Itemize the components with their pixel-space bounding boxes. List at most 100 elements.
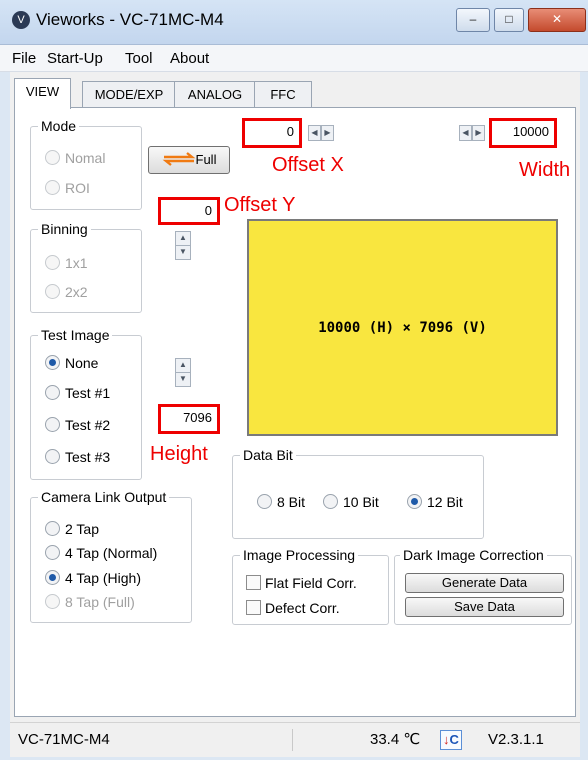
tab-mode-exp[interactable]: MODE/EXP <box>82 81 176 108</box>
offset-y-up-button[interactable]: ▲ <box>175 231 191 246</box>
checkbox-label: Flat Field Corr. <box>265 575 357 591</box>
close-button[interactable]: ✕ <box>528 8 586 32</box>
save-data-button[interactable]: Save Data <box>405 597 564 617</box>
radio-dot <box>45 284 60 299</box>
thermometer-icon: ↓C <box>440 730 462 750</box>
height-up-button[interactable]: ▲ <box>175 358 191 373</box>
width-field[interactable]: 10000 <box>489 118 557 148</box>
width-increase-button[interactable]: ▶ <box>472 125 485 141</box>
full-button-label: Full <box>195 152 217 167</box>
radio-tap-4-normal[interactable]: 4 Tap (Normal) <box>45 545 157 561</box>
radio-dot <box>45 521 60 536</box>
menu-tool[interactable]: Tool <box>125 50 153 67</box>
tab-ffc[interactable]: FFC <box>254 81 312 108</box>
minimize-button[interactable]: – <box>456 8 490 32</box>
radio-label: 4 Tap (Normal) <box>65 545 158 561</box>
offset-x-label: Offset X <box>272 154 344 176</box>
radio-test-1[interactable]: Test #1 <box>45 385 110 401</box>
width-decrease-button[interactable]: ◀ <box>459 125 472 141</box>
temp-icon-letter: C <box>449 732 459 747</box>
offset-x-decrease-button[interactable]: ◀ <box>308 125 321 141</box>
radio-12-bit[interactable]: 12 Bit <box>407 494 463 510</box>
radio-label: ROI <box>65 180 90 196</box>
camera-link-group-title: Camera Link Output <box>38 489 170 505</box>
radio-dot <box>45 545 60 560</box>
radio-dot <box>45 255 60 270</box>
height-down-button[interactable]: ▼ <box>175 372 191 387</box>
flat-field-checkbox[interactable]: Flat Field Corr. <box>246 575 357 591</box>
width-label: Width <box>519 159 571 181</box>
radio-dot <box>45 417 60 432</box>
radio-tap-2[interactable]: 2 Tap <box>45 521 99 537</box>
checkbox-box <box>246 575 261 590</box>
radio-label: Test #3 <box>65 449 111 465</box>
generate-data-button[interactable]: Generate Data <box>405 573 564 593</box>
status-bar: VC-71MC-M4 33.4 ℃ ↓C V2.3.1.1 <box>10 722 580 757</box>
menu-file[interactable]: File <box>12 50 36 67</box>
radio-dot <box>45 150 60 165</box>
offset-y-label: Offset Y <box>224 194 296 216</box>
radio-8-bit[interactable]: 8 Bit <box>257 494 305 510</box>
data-bit-group-title: Data Bit <box>240 447 296 463</box>
offset-x-increase-button[interactable]: ▶ <box>321 125 334 141</box>
status-version: V2.3.1.1 <box>488 731 544 748</box>
image-processing-group-title: Image Processing <box>240 547 359 563</box>
radio-label: Test #1 <box>65 385 111 401</box>
radio-tap-4-high[interactable]: 4 Tap (High) <box>45 570 141 586</box>
app-icon: V <box>12 11 30 29</box>
radio-tap-8-full[interactable]: 8 Tap (Full) <box>45 594 135 610</box>
radio-dot <box>45 594 60 609</box>
radio-label: Test #2 <box>65 417 111 433</box>
radio-dot <box>45 355 60 370</box>
test-image-group-title: Test Image <box>38 327 113 343</box>
radio-dot <box>45 570 60 585</box>
menu-about[interactable]: About <box>170 50 209 67</box>
status-model: VC-71MC-M4 <box>18 731 110 748</box>
maximize-button[interactable]: □ <box>494 8 524 32</box>
roi-preview-text: 10000 (H) × 7096 (V) <box>318 319 487 336</box>
mode-group <box>30 126 142 210</box>
title-bar: V Vieworks - VC-71MC-M4 – □ ✕ <box>0 0 588 45</box>
offset-y-field[interactable]: 0 <box>158 197 220 225</box>
roi-preview[interactable]: 10000 (H) × 7096 (V) <box>247 219 558 436</box>
radio-dot <box>407 494 422 509</box>
offset-y-down-button[interactable]: ▼ <box>175 245 191 260</box>
status-divider <box>292 729 293 751</box>
radio-label: 8 Bit <box>277 494 306 510</box>
radio-label: 8 Tap (Full) <box>65 594 135 610</box>
radio-test-none[interactable]: None <box>45 355 98 371</box>
mode-group-title: Mode <box>38 118 80 134</box>
height-field[interactable]: 7096 <box>158 404 220 434</box>
menu-bar: File Start-Up Tool About <box>0 45 588 72</box>
radio-dot <box>323 494 338 509</box>
height-label: Height <box>150 443 208 465</box>
checkbox-box <box>246 600 261 615</box>
radio-binning-2x2[interactable]: 2x2 <box>45 284 88 300</box>
radio-label: None <box>65 355 99 371</box>
radio-10-bit[interactable]: 10 Bit <box>323 494 379 510</box>
radio-binning-1x1[interactable]: 1x1 <box>45 255 88 271</box>
window-title: Vieworks - VC-71MC-M4 <box>36 10 224 29</box>
radio-test-2[interactable]: Test #2 <box>45 417 110 433</box>
radio-label: 2x2 <box>65 284 88 300</box>
radio-label: 10 Bit <box>343 494 379 510</box>
menu-startup[interactable]: Start-Up <box>47 50 103 67</box>
full-button[interactable]: Full <box>148 146 230 174</box>
radio-label: 2 Tap <box>65 521 99 537</box>
dark-image-group-title: Dark Image Correction <box>400 547 547 563</box>
offset-x-field[interactable]: 0 <box>242 118 302 148</box>
radio-mode-roi[interactable]: ROI <box>45 180 90 196</box>
tab-view[interactable]: VIEW <box>14 78 71 109</box>
radio-label: Nomal <box>65 150 106 166</box>
defect-corr-checkbox[interactable]: Defect Corr. <box>246 600 340 616</box>
radio-label: 1x1 <box>65 255 88 271</box>
radio-dot <box>257 494 272 509</box>
tab-analog[interactable]: ANALOG <box>174 81 256 108</box>
status-temperature: 33.4 ℃ <box>370 731 421 748</box>
radio-test-3[interactable]: Test #3 <box>45 449 110 465</box>
radio-label: 12 Bit <box>427 494 463 510</box>
swap-arrows-icon <box>162 152 195 166</box>
radio-dot <box>45 180 60 195</box>
radio-mode-normal[interactable]: Nomal <box>45 150 105 166</box>
binning-group-title: Binning <box>38 221 91 237</box>
